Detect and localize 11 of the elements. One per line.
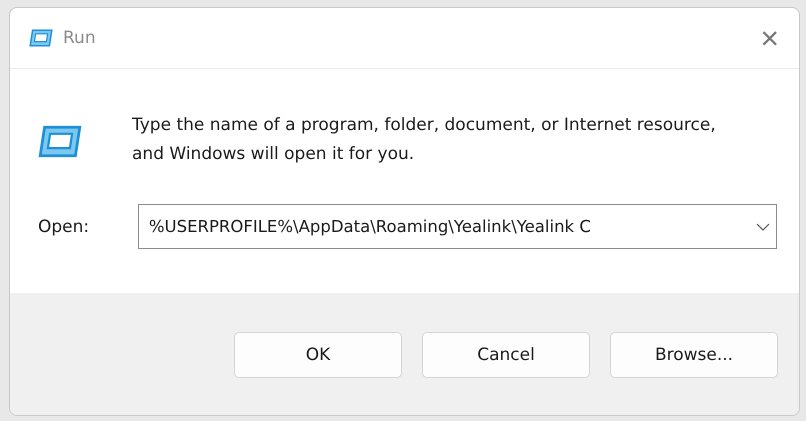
app-icon: [29, 29, 53, 47]
open-combo-field[interactable]: %USERPROFILE%\AppData\Roaming\Yealink\Yealink C: [138, 204, 777, 249]
dialog-button[interactable]: Browse...: [610, 332, 778, 378]
field-label: Open:: [38, 216, 90, 236]
window-title: Run: [63, 28, 97, 48]
instruction-text: Type the name of a program, folder, document, or Internet resource, and Windows will open it for you.: [132, 114, 717, 166]
chevron-icon: [756, 222, 770, 230]
run-icon: [38, 125, 82, 158]
dialog-button[interactable]: Cancel: [422, 332, 590, 378]
close-button[interactable]: ×: [756, 22, 783, 54]
dialog-button[interactable]: OK: [234, 332, 402, 378]
